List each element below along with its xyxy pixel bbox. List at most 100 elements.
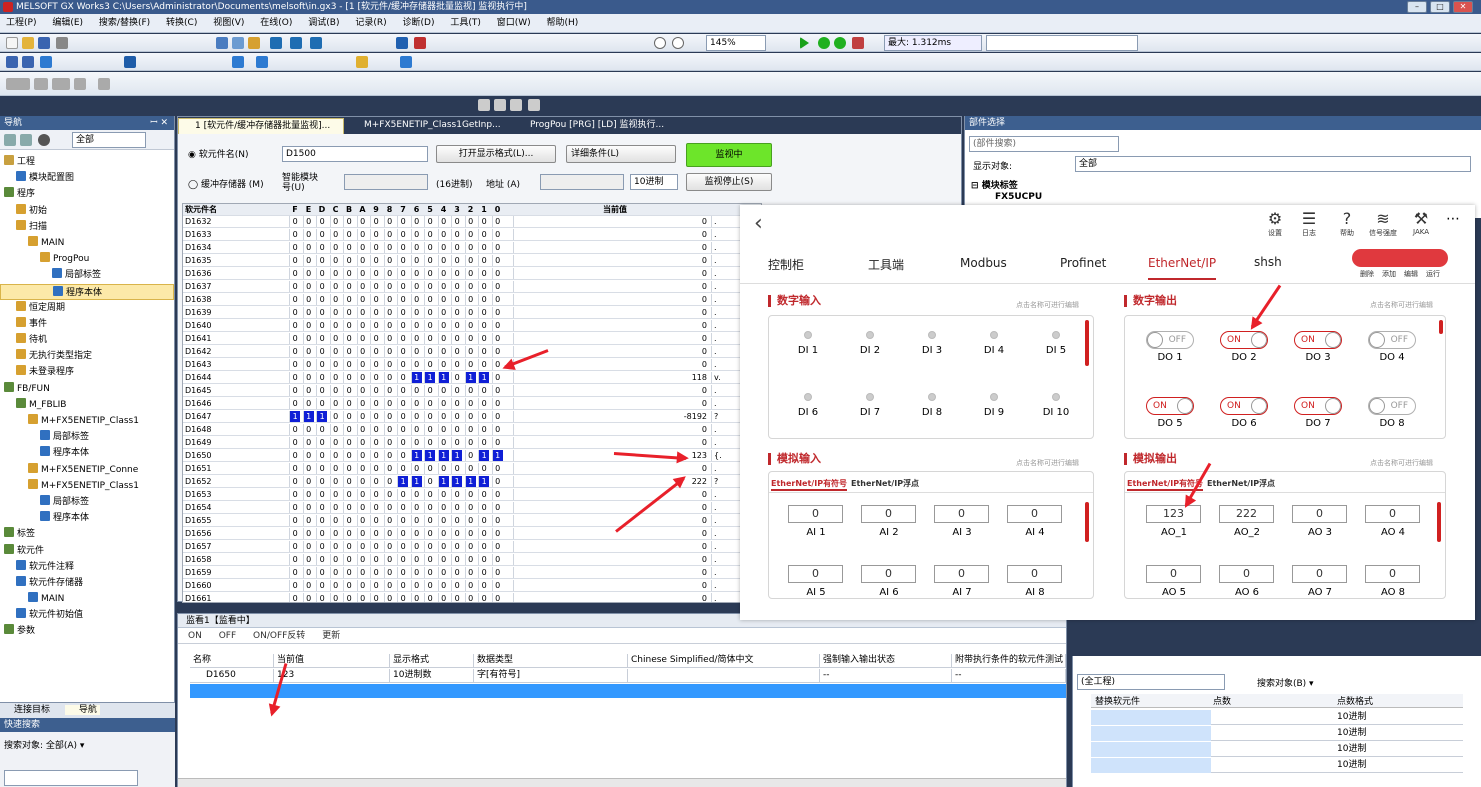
bit-cell[interactable]: 0	[356, 307, 368, 318]
bit-cell[interactable]: 0	[329, 437, 341, 448]
bit-cell[interactable]: 0	[302, 528, 314, 539]
ao-value-input[interactable]: 0	[1292, 505, 1347, 523]
menu-view[interactable]: 视图(V)	[213, 18, 244, 28]
bit-cell[interactable]: 0	[491, 541, 503, 552]
bit-cell[interactable]: 0	[329, 515, 341, 526]
back-icon[interactable]: ‹	[754, 211, 763, 236]
bit-cell[interactable]: 1	[437, 476, 449, 487]
bit-cell[interactable]: 0	[464, 307, 476, 318]
replace-row[interactable]: 10进制	[1091, 710, 1463, 725]
bit-cell[interactable]: 0	[383, 463, 395, 474]
bit-cell[interactable]: 0	[478, 463, 489, 474]
bit-cell[interactable]: 0	[370, 385, 381, 396]
menu-online[interactable]: 在线(O)	[260, 18, 292, 28]
bit-cell[interactable]: 0	[383, 424, 395, 435]
bit-cell[interactable]: 0	[397, 372, 408, 383]
bit-cell[interactable]: 0	[383, 333, 395, 344]
bit-cell[interactable]: 0	[302, 255, 314, 266]
nav-item[interactable]: 软元件注释	[0, 559, 174, 575]
bit-cell[interactable]: 0	[370, 528, 381, 539]
bit-cell[interactable]: 0	[478, 411, 489, 422]
bit-cell[interactable]: 0	[491, 242, 503, 253]
bit-cell[interactable]: 0	[289, 320, 300, 331]
quick-search-input[interactable]	[4, 770, 138, 786]
bit-cell[interactable]: 0	[316, 515, 327, 526]
watch-new-row[interactable]	[190, 684, 1066, 698]
bit-cell[interactable]: 0	[343, 541, 354, 552]
bit-cell[interactable]: 0	[343, 424, 354, 435]
bit-cell[interactable]: 0	[491, 411, 503, 422]
bit-cell[interactable]: 0	[491, 476, 503, 487]
tab-progpou-monitor[interactable]: ProgPou [PRG] [LD] 监视执行...	[514, 118, 684, 134]
bit-cell[interactable]: 0	[464, 593, 476, 602]
grid-row[interactable]: D1644 0 0 0 0 0 0 0 0 0 1 1 1 0 1 1 0 118 v.	[183, 372, 761, 384]
bit-cell[interactable]: 0	[383, 437, 395, 448]
bit-cell[interactable]: 0	[289, 294, 300, 305]
bit-cell[interactable]: 0	[383, 255, 395, 266]
bit-cell[interactable]: 0	[343, 528, 354, 539]
di-label[interactable]: DI 3	[912, 345, 952, 356]
maximize-button[interactable]: □	[1430, 1, 1450, 13]
bit-cell[interactable]: 0	[464, 346, 476, 357]
address-input[interactable]	[540, 174, 624, 190]
bit-cell[interactable]: 0	[397, 593, 408, 602]
bit-cell[interactable]: 0	[370, 424, 381, 435]
replace-row[interactable]: 10进制	[1091, 742, 1463, 757]
bit-cell[interactable]: 0	[383, 489, 395, 500]
do-toggle[interactable]: ON	[1220, 331, 1268, 349]
bit-cell[interactable]: 0	[410, 294, 422, 305]
bit-cell[interactable]: 0	[329, 424, 341, 435]
bit-cell[interactable]: 0	[451, 320, 462, 331]
bit-cell[interactable]: 0	[302, 216, 314, 227]
ao-label[interactable]: AO 8	[1365, 587, 1421, 598]
bit-cell[interactable]: 0	[464, 541, 476, 552]
close-button[interactable]: ✕	[1453, 1, 1473, 13]
ai-value-input[interactable]: 0	[788, 505, 843, 523]
bit-cell[interactable]: 0	[370, 255, 381, 266]
bit-cell[interactable]: 0	[397, 320, 408, 331]
bit-cell[interactable]: 0	[437, 554, 449, 565]
grid-row[interactable]: D1659 0 0 0 0 0 0 0 0 0 0 0 0 0 0 0 0 0.	[183, 567, 761, 579]
bit-cell[interactable]: 0	[451, 424, 462, 435]
bit-cell[interactable]: 0	[356, 320, 368, 331]
bit-cell[interactable]: 1	[289, 411, 301, 422]
bit-cell[interactable]: 0	[410, 528, 422, 539]
add-tab-button[interactable]: 添加	[1378, 269, 1400, 279]
bit-cell[interactable]: 0	[451, 580, 462, 591]
bit-cell[interactable]: 0	[437, 294, 449, 305]
bit-cell[interactable]: 0	[491, 216, 503, 227]
monitor-start-icon[interactable]	[818, 37, 830, 49]
bit-cell[interactable]: 0	[289, 515, 300, 526]
bit-cell[interactable]: 0	[356, 346, 368, 357]
bit-cell[interactable]: 0	[316, 424, 327, 435]
run-tab-button[interactable]: 运行	[1422, 269, 1444, 279]
do-label[interactable]: DO 4	[1372, 352, 1412, 363]
replace-row[interactable]: 10进制	[1091, 758, 1463, 773]
bit-cell[interactable]: 0	[451, 268, 462, 279]
bit-cell[interactable]: 0	[370, 398, 381, 409]
bit-cell[interactable]: 0	[302, 294, 314, 305]
bit-cell[interactable]: 0	[383, 242, 395, 253]
ai-value-input[interactable]: 0	[934, 565, 989, 583]
bit-cell[interactable]: 0	[424, 515, 435, 526]
bit-cell[interactable]: 0	[410, 424, 422, 435]
bit-cell[interactable]: 0	[289, 281, 300, 292]
grid-row[interactable]: D1643 0 0 0 0 0 0 0 0 0 0 0 0 0 0 0 0 0.	[183, 359, 761, 371]
bit-cell[interactable]: 1	[424, 372, 436, 383]
bit-cell[interactable]: 0	[451, 307, 462, 318]
nav-item[interactable]: 初始	[0, 203, 174, 219]
bit-cell[interactable]: 0	[329, 398, 341, 409]
bit-cell[interactable]: 0	[316, 320, 327, 331]
bit-cell[interactable]: 0	[424, 489, 435, 500]
bit-cell[interactable]: 0	[302, 333, 314, 344]
bit-cell[interactable]: 0	[302, 450, 314, 461]
bit-cell[interactable]: 0	[424, 541, 435, 552]
bit-cell[interactable]: 0	[289, 450, 300, 461]
bit-cell[interactable]: 0	[289, 541, 300, 552]
bit-cell[interactable]: 0	[491, 281, 503, 292]
bit-cell[interactable]: 0	[383, 580, 395, 591]
bit-cell[interactable]: 0	[451, 346, 462, 357]
bit-cell[interactable]: 0	[478, 216, 489, 227]
do-label[interactable]: DO 5	[1150, 418, 1190, 429]
ao-scroll[interactable]	[1437, 502, 1441, 542]
